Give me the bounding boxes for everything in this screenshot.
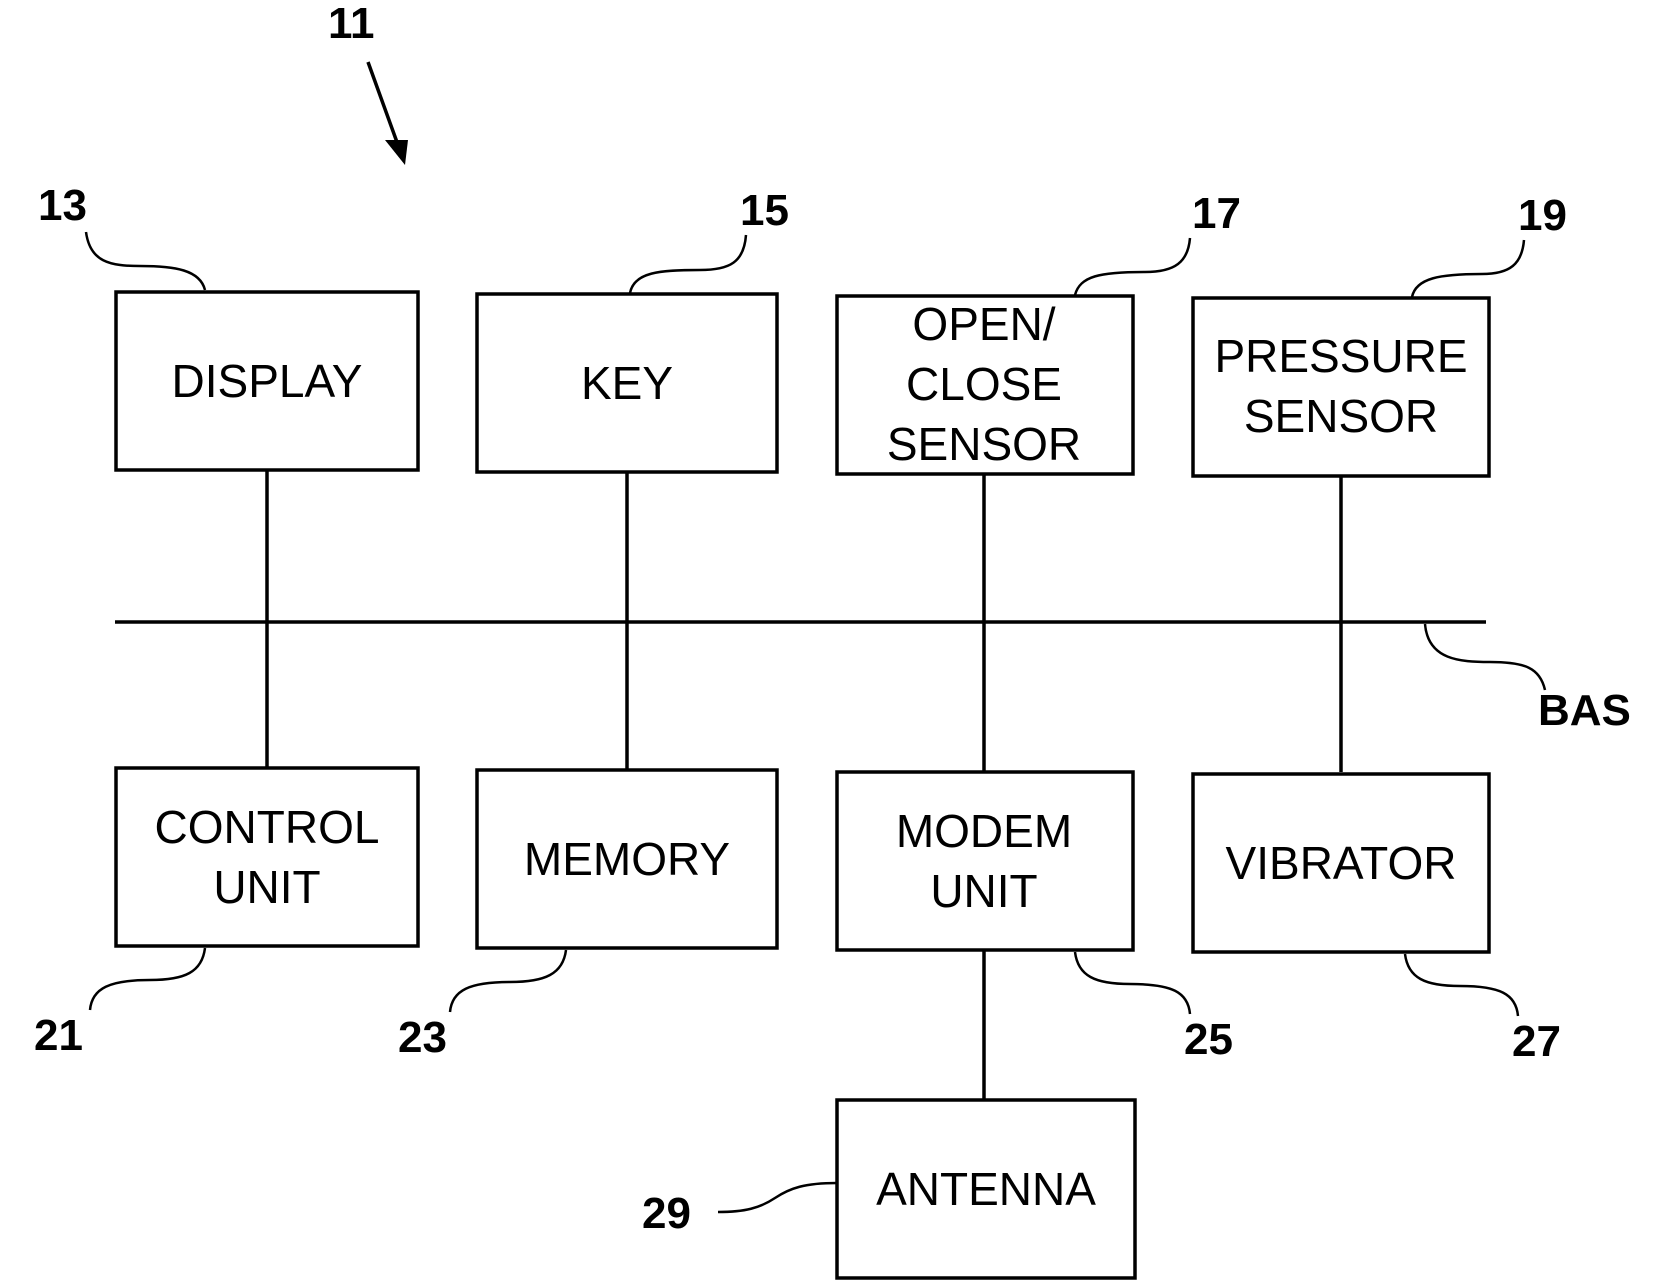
figure-ref-label: 11 bbox=[328, 0, 375, 48]
block-key: KEY bbox=[475, 292, 779, 474]
ref-15: 15 bbox=[740, 186, 789, 235]
block-control-label-1: CONTROL bbox=[155, 801, 380, 853]
block-antenna-label: ANTENNA bbox=[876, 1163, 1096, 1215]
leader-21 bbox=[88, 947, 207, 1011]
block-pressure-label-2: SENSOR bbox=[1244, 390, 1438, 442]
leader-13 bbox=[84, 231, 207, 291]
block-open-close-label-2: CLOSE bbox=[906, 358, 1062, 410]
block-pressure-sensor: PRESSURE SENSOR bbox=[1191, 296, 1491, 478]
bus-leader bbox=[1423, 623, 1547, 691]
leader-19 bbox=[1410, 239, 1526, 298]
block-key-label: KEY bbox=[581, 357, 673, 409]
block-memory: MEMORY bbox=[475, 768, 779, 950]
block-display-label: DISPLAY bbox=[172, 355, 363, 407]
block-modem-label-2: UNIT bbox=[930, 865, 1037, 917]
ref-13: 13 bbox=[38, 181, 87, 230]
block-modem-label-1: MODEM bbox=[896, 805, 1072, 857]
block-pressure-label-1: PRESSURE bbox=[1214, 330, 1467, 382]
block-diagram: 11 BAS DISPLAY 13 KEY 15 OPEN/ CLOSE SEN… bbox=[34, 0, 1631, 1280]
bus-ref-label: BAS bbox=[1538, 686, 1631, 735]
ref-25: 25 bbox=[1184, 1015, 1233, 1064]
leader-29 bbox=[717, 1181, 838, 1214]
figure-arrow-icon bbox=[366, 61, 408, 165]
block-display: DISPLAY bbox=[114, 290, 420, 472]
leader-17 bbox=[1073, 237, 1192, 296]
block-open-close-sensor: OPEN/ CLOSE SENSOR bbox=[835, 294, 1135, 476]
ref-19: 19 bbox=[1518, 191, 1567, 240]
leader-15 bbox=[628, 234, 748, 294]
leader-27 bbox=[1403, 953, 1520, 1017]
block-vibrator-label: VIBRATOR bbox=[1226, 837, 1457, 889]
leader-25 bbox=[1073, 951, 1192, 1015]
ref-27: 27 bbox=[1512, 1017, 1561, 1066]
block-open-close-label-1: OPEN/ bbox=[912, 298, 1055, 350]
block-control-unit: CONTROL UNIT bbox=[114, 766, 420, 948]
block-control-label-2: UNIT bbox=[213, 861, 320, 913]
block-antenna: ANTENNA bbox=[835, 1098, 1137, 1280]
ref-21: 21 bbox=[34, 1011, 83, 1060]
block-open-close-label-3: SENSOR bbox=[887, 418, 1081, 470]
block-vibrator: VIBRATOR bbox=[1191, 772, 1491, 954]
ref-23: 23 bbox=[398, 1013, 447, 1062]
leader-23 bbox=[448, 949, 568, 1013]
block-memory-label: MEMORY bbox=[524, 833, 730, 885]
ref-17: 17 bbox=[1192, 189, 1241, 238]
ref-29: 29 bbox=[642, 1189, 691, 1238]
block-modem-unit: MODEM UNIT bbox=[835, 770, 1135, 952]
